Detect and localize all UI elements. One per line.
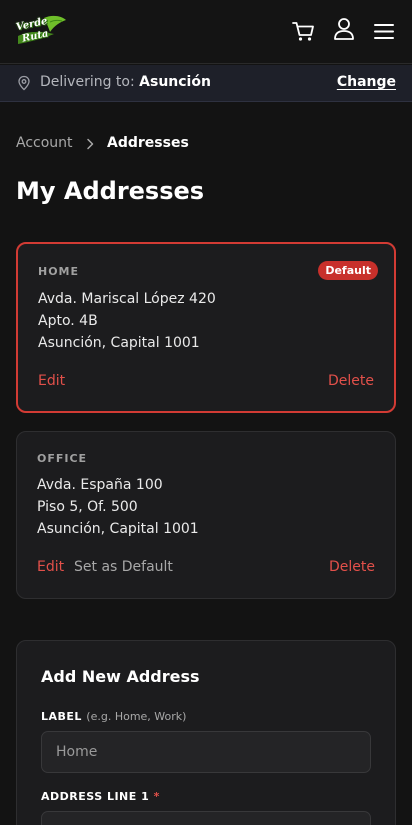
address-line-2: Piso 5, Of. 500 bbox=[37, 499, 138, 515]
address-line-2: Apto. 4B bbox=[38, 313, 98, 329]
location-pin-icon bbox=[18, 75, 30, 91]
cart-icon[interactable] bbox=[290, 18, 316, 44]
label-field-label: LABEL (e.g. Home, Work) bbox=[41, 710, 186, 723]
address-line-3: Asunción, Capital 1001 bbox=[38, 335, 200, 351]
address-line-1: Avda. España 100 bbox=[37, 477, 163, 493]
address-label: OFFICE bbox=[37, 452, 88, 465]
breadcrumb-account-link[interactable]: Account bbox=[16, 135, 73, 151]
add-address-form: Add New Address LABEL (e.g. Home, Work) … bbox=[16, 640, 396, 825]
label-field-hint: (e.g. Home, Work) bbox=[86, 710, 187, 723]
delivery-city: Asunción bbox=[139, 74, 211, 90]
edit-address-button[interactable]: Edit bbox=[38, 373, 65, 389]
default-badge: Default bbox=[318, 261, 378, 280]
address-line-1-field-name: ADDRESS LINE 1 bbox=[41, 790, 150, 803]
delete-address-button[interactable]: Delete bbox=[329, 559, 375, 575]
chevron-right-icon bbox=[87, 138, 94, 150]
delete-address-button[interactable]: Delete bbox=[328, 373, 374, 389]
address-line-1-input[interactable] bbox=[41, 811, 371, 825]
delivery-bar: Delivering to: Asunción Change bbox=[0, 65, 412, 102]
label-input[interactable] bbox=[41, 731, 371, 773]
address-line-1-field-label: ADDRESS LINE 1 * bbox=[41, 790, 160, 803]
menu-icon[interactable] bbox=[371, 18, 397, 44]
label-field-name: LABEL bbox=[41, 710, 82, 723]
edit-address-button[interactable]: Edit bbox=[37, 559, 64, 575]
verde-ruta-logo[interactable]: Verde Ruta bbox=[14, 14, 68, 50]
address-line-3: Asunción, Capital 1001 bbox=[37, 521, 199, 537]
page-title: My Addresses bbox=[16, 177, 205, 205]
form-title: Add New Address bbox=[41, 667, 200, 686]
breadcrumb-current: Addresses bbox=[107, 135, 189, 151]
address-card-office: OFFICE Avda. España 100 Piso 5, Of. 500 … bbox=[16, 431, 396, 599]
address-label: HOME bbox=[38, 265, 80, 278]
required-mark: * bbox=[153, 790, 160, 803]
change-location-link[interactable]: Change bbox=[337, 74, 396, 90]
delivery-prefix: Delivering to: bbox=[40, 74, 140, 90]
top-header: Verde Ruta bbox=[0, 0, 412, 64]
address-line-1: Avda. Mariscal López 420 bbox=[38, 291, 216, 307]
set-default-button[interactable]: Set as Default bbox=[74, 559, 173, 575]
delivery-location-text: Delivering to: Asunción bbox=[40, 74, 211, 90]
user-icon[interactable] bbox=[331, 16, 357, 42]
address-card-home: HOME Default Avda. Mariscal López 420 Ap… bbox=[16, 242, 396, 413]
